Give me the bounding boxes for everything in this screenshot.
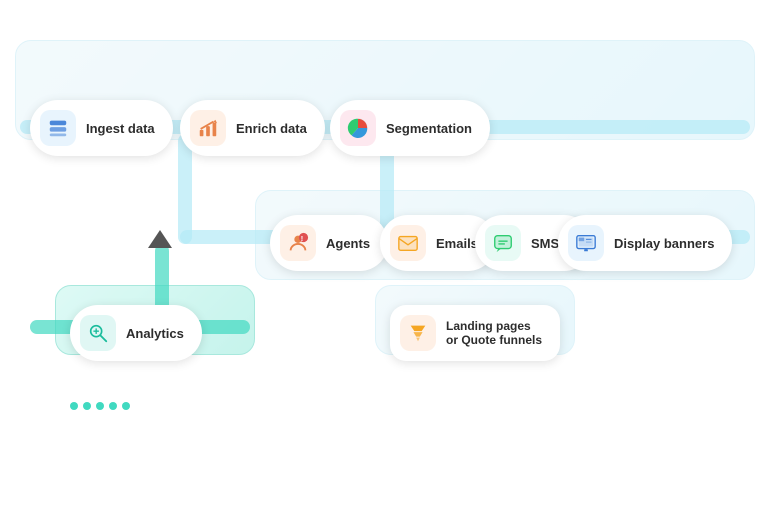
arrow-up-indicator bbox=[148, 230, 172, 248]
segmentation-card[interactable]: Segmentation bbox=[330, 100, 490, 156]
dot-3 bbox=[96, 402, 104, 410]
display-label: Display banners bbox=[614, 236, 714, 251]
agents-icon: ! bbox=[280, 225, 316, 261]
analytics-icon bbox=[80, 315, 116, 351]
ingest-icon bbox=[40, 110, 76, 146]
landing-label: Landing pages or Quote funnels bbox=[446, 319, 542, 347]
emails-icon bbox=[390, 225, 426, 261]
display-icon bbox=[568, 225, 604, 261]
smses-icon bbox=[485, 225, 521, 261]
progress-dots bbox=[70, 402, 130, 410]
agents-card[interactable]: ! Agents bbox=[270, 215, 388, 271]
dot-5 bbox=[122, 402, 130, 410]
dot-2 bbox=[83, 402, 91, 410]
emails-label: Emails bbox=[436, 236, 478, 251]
analytics-label: Analytics bbox=[126, 326, 184, 341]
landing-pages-card[interactable]: Landing pages or Quote funnels bbox=[390, 305, 560, 361]
dot-1 bbox=[70, 402, 78, 410]
agents-label: Agents bbox=[326, 236, 370, 251]
display-banners-card[interactable]: Display banners bbox=[558, 215, 732, 271]
enrich-data-card[interactable]: Enrich data bbox=[180, 100, 325, 156]
enrich-icon bbox=[190, 110, 226, 146]
main-canvas: Ingest data Enrich data Segmentation bbox=[0, 0, 770, 510]
left-vertical-connector bbox=[178, 134, 192, 244]
ingest-data-card[interactable]: Ingest data bbox=[30, 100, 173, 156]
analytics-card[interactable]: Analytics bbox=[70, 305, 202, 361]
enrich-label: Enrich data bbox=[236, 121, 307, 136]
ingest-label: Ingest data bbox=[86, 121, 155, 136]
landing-icon bbox=[400, 315, 436, 351]
dot-4 bbox=[109, 402, 117, 410]
svg-text:!: ! bbox=[301, 234, 303, 243]
segmentation-label: Segmentation bbox=[386, 121, 472, 136]
segmentation-icon bbox=[340, 110, 376, 146]
